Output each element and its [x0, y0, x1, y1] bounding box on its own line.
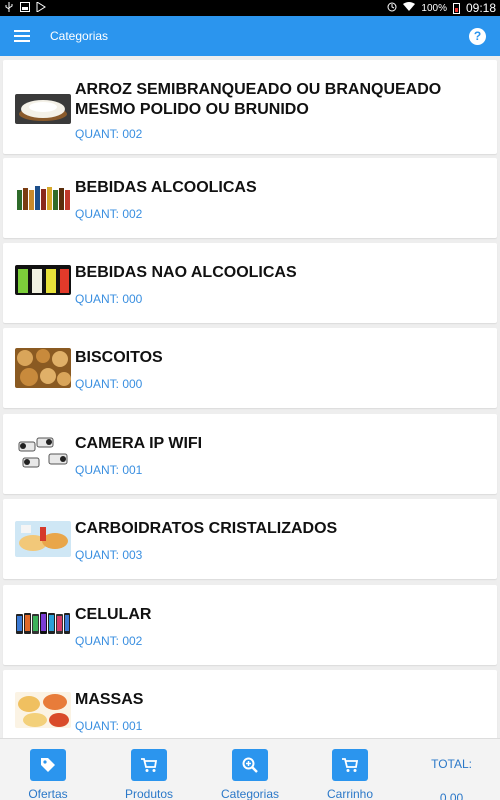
nav-label: Produtos — [124, 787, 174, 800]
cart-total: TOTAL: 0,00 — [431, 757, 472, 800]
cameras-image — [15, 434, 71, 474]
cart-icon[interactable] — [131, 749, 167, 781]
category-card-bebidas-nao-alcoolicas[interactable]: BEBIDAS NAO ALCOOLICAS QUANT: 000 — [3, 243, 497, 323]
nav-ofertas[interactable]: Ofertas — [8, 749, 88, 800]
category-name: CAMERA IP WIFI — [75, 435, 203, 452]
play-store-icon — [36, 0, 46, 15]
category-card-camera-ip-wifi[interactable]: CAMERA IP WIFI QUANT: 001 — [3, 414, 497, 494]
battery-percent: 100% — [421, 2, 447, 14]
battery-icon — [452, 2, 460, 14]
rice-image — [15, 94, 71, 124]
total-label: TOTAL: — [431, 757, 472, 771]
category-card-biscoitos[interactable]: BISCOITOS QUANT: 000 — [3, 328, 497, 408]
nav-categorias[interactable]: Categorias — [210, 749, 290, 800]
carbs-image — [15, 521, 71, 557]
status-bar: 100% 09:18 — [0, 0, 500, 16]
alarm-icon — [387, 2, 397, 15]
category-name: BISCOITOS — [75, 349, 163, 366]
category-quantity: QUANT: 002 — [75, 127, 143, 141]
category-card-arroz[interactable]: ARROZ SEMIBRANQUEADO OU BRANQUEADO MESMO… — [3, 60, 497, 154]
nav-label: Carrinho — [326, 787, 374, 800]
category-quantity: QUANT: 001 — [75, 719, 143, 733]
category-name: ARROZ SEMIBRANQUEADO OU BRANQUEADO MESMO… — [75, 81, 442, 118]
nav-label: Ofertas — [28, 787, 68, 800]
category-quantity: QUANT: 003 — [75, 548, 143, 562]
category-quantity: QUANT: 000 — [75, 292, 143, 306]
app-bar: Categorias ? — [0, 16, 500, 56]
category-name: MASSAS — [75, 691, 144, 708]
search-icon[interactable] — [232, 749, 268, 781]
usb-icon — [4, 1, 14, 15]
category-quantity: QUANT: 000 — [75, 377, 143, 391]
nav-carrinho[interactable]: Carrinho — [310, 749, 390, 800]
category-name: BEBIDAS ALCOOLICAS — [75, 179, 257, 196]
category-name: CELULAR — [75, 606, 152, 623]
total-value: 0,00 — [439, 791, 464, 800]
phones-image — [15, 610, 71, 636]
category-card-bebidas-alcoolicas[interactable]: BEBIDAS ALCOOLICAS QUANT: 002 — [3, 158, 497, 238]
bottom-nav: Ofertas Produtos Categorias Carrinho TOT… — [0, 738, 500, 800]
image-icon — [20, 1, 30, 15]
tag-icon[interactable] — [30, 749, 66, 781]
nav-label: Categorias — [220, 787, 280, 800]
help-icon[interactable]: ? — [469, 27, 486, 45]
drinks-image — [15, 265, 71, 295]
category-quantity: QUANT: 002 — [75, 207, 143, 221]
clock: 09:18 — [465, 1, 496, 15]
category-card-celular[interactable]: CELULAR QUANT: 002 — [3, 585, 497, 665]
category-quantity: QUANT: 002 — [75, 634, 143, 648]
menu-icon[interactable] — [14, 30, 30, 42]
category-name: CARBOIDRATOS CRISTALIZADOS — [75, 520, 338, 537]
category-card-carboidratos[interactable]: CARBOIDRATOS CRISTALIZADOS QUANT: 003 — [3, 499, 497, 579]
category-quantity: QUANT: 001 — [75, 463, 143, 477]
pasta-image — [15, 692, 71, 728]
page-title: Categorias — [50, 29, 109, 43]
nav-produtos[interactable]: Produtos — [109, 749, 189, 800]
wifi-icon — [403, 1, 416, 15]
cart-icon[interactable] — [332, 749, 368, 781]
category-name: BEBIDAS NAO ALCOOLICAS — [75, 264, 297, 281]
bottles-image — [15, 180, 71, 210]
category-card-massas[interactable]: MASSAS QUANT: 001 — [3, 670, 497, 738]
category-list[interactable]: ARROZ SEMIBRANQUEADO OU BRANQUEADO MESMO… — [0, 56, 500, 738]
biscuits-image — [15, 348, 71, 388]
